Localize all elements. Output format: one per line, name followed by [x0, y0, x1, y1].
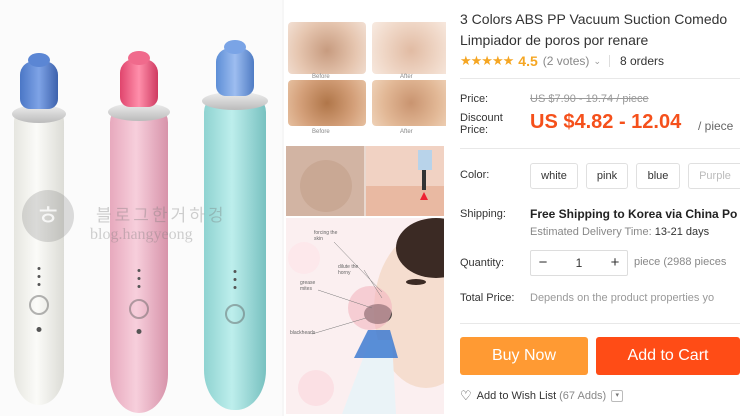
total-price-label: Total Price: [460, 292, 515, 304]
quantity-increase-button[interactable]: + [603, 251, 627, 275]
divider [608, 55, 610, 67]
delivery-time: Estimated Delivery Time: 13-21 days [530, 226, 710, 238]
diagram-label-grease: grease mites [300, 280, 316, 292]
wish-list-label: Add to Wish List [476, 390, 557, 402]
color-option-purple[interactable]: Purple [688, 163, 740, 189]
pen-blue [202, 40, 268, 410]
divider [460, 78, 740, 79]
original-price: US $7.90 - 19.74 / piece [530, 93, 649, 105]
product-title[interactable]: 3 Colors ABS PP Vacuum Suction Comedo Li… [460, 9, 740, 51]
color-option-pink[interactable]: pink [586, 163, 628, 189]
price-unit: / piece [698, 119, 734, 133]
orders-count: 8 orders [619, 54, 665, 68]
total-price-value: Depends on the product properties yo [530, 292, 715, 304]
divider [460, 323, 740, 324]
discount-price: US $4.82 - 12.04 [530, 111, 682, 133]
watermark-logo: ㅎ [22, 190, 74, 242]
before-image-2 [288, 80, 366, 126]
diagram-label-dilute: dilute the horny [338, 264, 359, 276]
product-title-line1: 3 Colors ABS PP Vacuum Suction Comedo [460, 11, 728, 27]
heart-icon: ♡ [460, 388, 472, 403]
color-label: Color: [460, 169, 490, 181]
quantity-input[interactable]: 1 [555, 251, 603, 275]
price-label: Price: [460, 93, 489, 105]
skin-closeup-image [286, 146, 444, 216]
quantity-decrease-button[interactable]: − [531, 251, 555, 275]
watermark-url: blog.hangyeong [90, 226, 193, 243]
watermark-text: 블로그한거하겅 [96, 206, 227, 225]
after-image-1 [372, 22, 446, 74]
color-option-white[interactable]: white [530, 163, 578, 189]
usage-diagram-image: forcing the skin dilute the horny grease… [286, 218, 444, 414]
after-label-2: After [400, 129, 413, 135]
color-option-blue[interactable]: blue [636, 163, 680, 189]
rating-stars-icon: ★★★★★ [460, 53, 514, 68]
rating-bar: ★★★★★ 4.5 (2 votes) ⌄ 8 orders [460, 53, 664, 69]
buy-now-button[interactable]: Buy Now [460, 337, 588, 375]
before-image-1 [288, 22, 366, 74]
chevron-down-icon[interactable]: ⌄ [593, 56, 601, 67]
pen-white [12, 53, 66, 405]
pen-pink [108, 51, 170, 413]
wish-list-link[interactable]: ♡ Add to Wish List (67 Adds) ▾ [460, 388, 624, 404]
product-gallery[interactable]: ㅎ 블로그한거하겅 blog.hangyeong Before After Be… [0, 0, 446, 416]
diagram-label-blackheads: blackheads [290, 330, 316, 336]
wish-list-count: (67 Adds) [559, 390, 607, 402]
product-thumbnail-collage[interactable]: Before After Before After forcing the sk… [284, 0, 446, 416]
after-image-2 [372, 80, 446, 126]
product-main-image[interactable]: ㅎ 블로그한거하겅 blog.hangyeong [0, 0, 282, 416]
diagram-label-forcing: forcing the skin [314, 230, 338, 242]
rating-value: 4.5 [518, 53, 538, 69]
divider [460, 148, 740, 149]
product-detail-panel: 3 Colors ABS PP Vacuum Suction Comedo Li… [446, 0, 740, 416]
chevron-down-icon[interactable]: ▾ [611, 390, 624, 402]
product-title-line2: Limpiador de poros por renare [460, 32, 649, 48]
quantity-label: Quantity: [460, 257, 505, 269]
shipping-method[interactable]: Free Shipping to Korea via China Po [530, 207, 737, 221]
shipping-label: Shipping: [460, 208, 506, 220]
before-label-2: Before [312, 129, 330, 135]
votes-link[interactable]: (2 votes) [543, 54, 590, 68]
discount-price-label: Discount Price: [460, 112, 503, 136]
add-to-cart-button[interactable]: Add to Cart [596, 337, 740, 375]
quantity-stepper[interactable]: − 1 + [530, 250, 628, 276]
quantity-available: piece (2988 pieces [634, 256, 727, 268]
